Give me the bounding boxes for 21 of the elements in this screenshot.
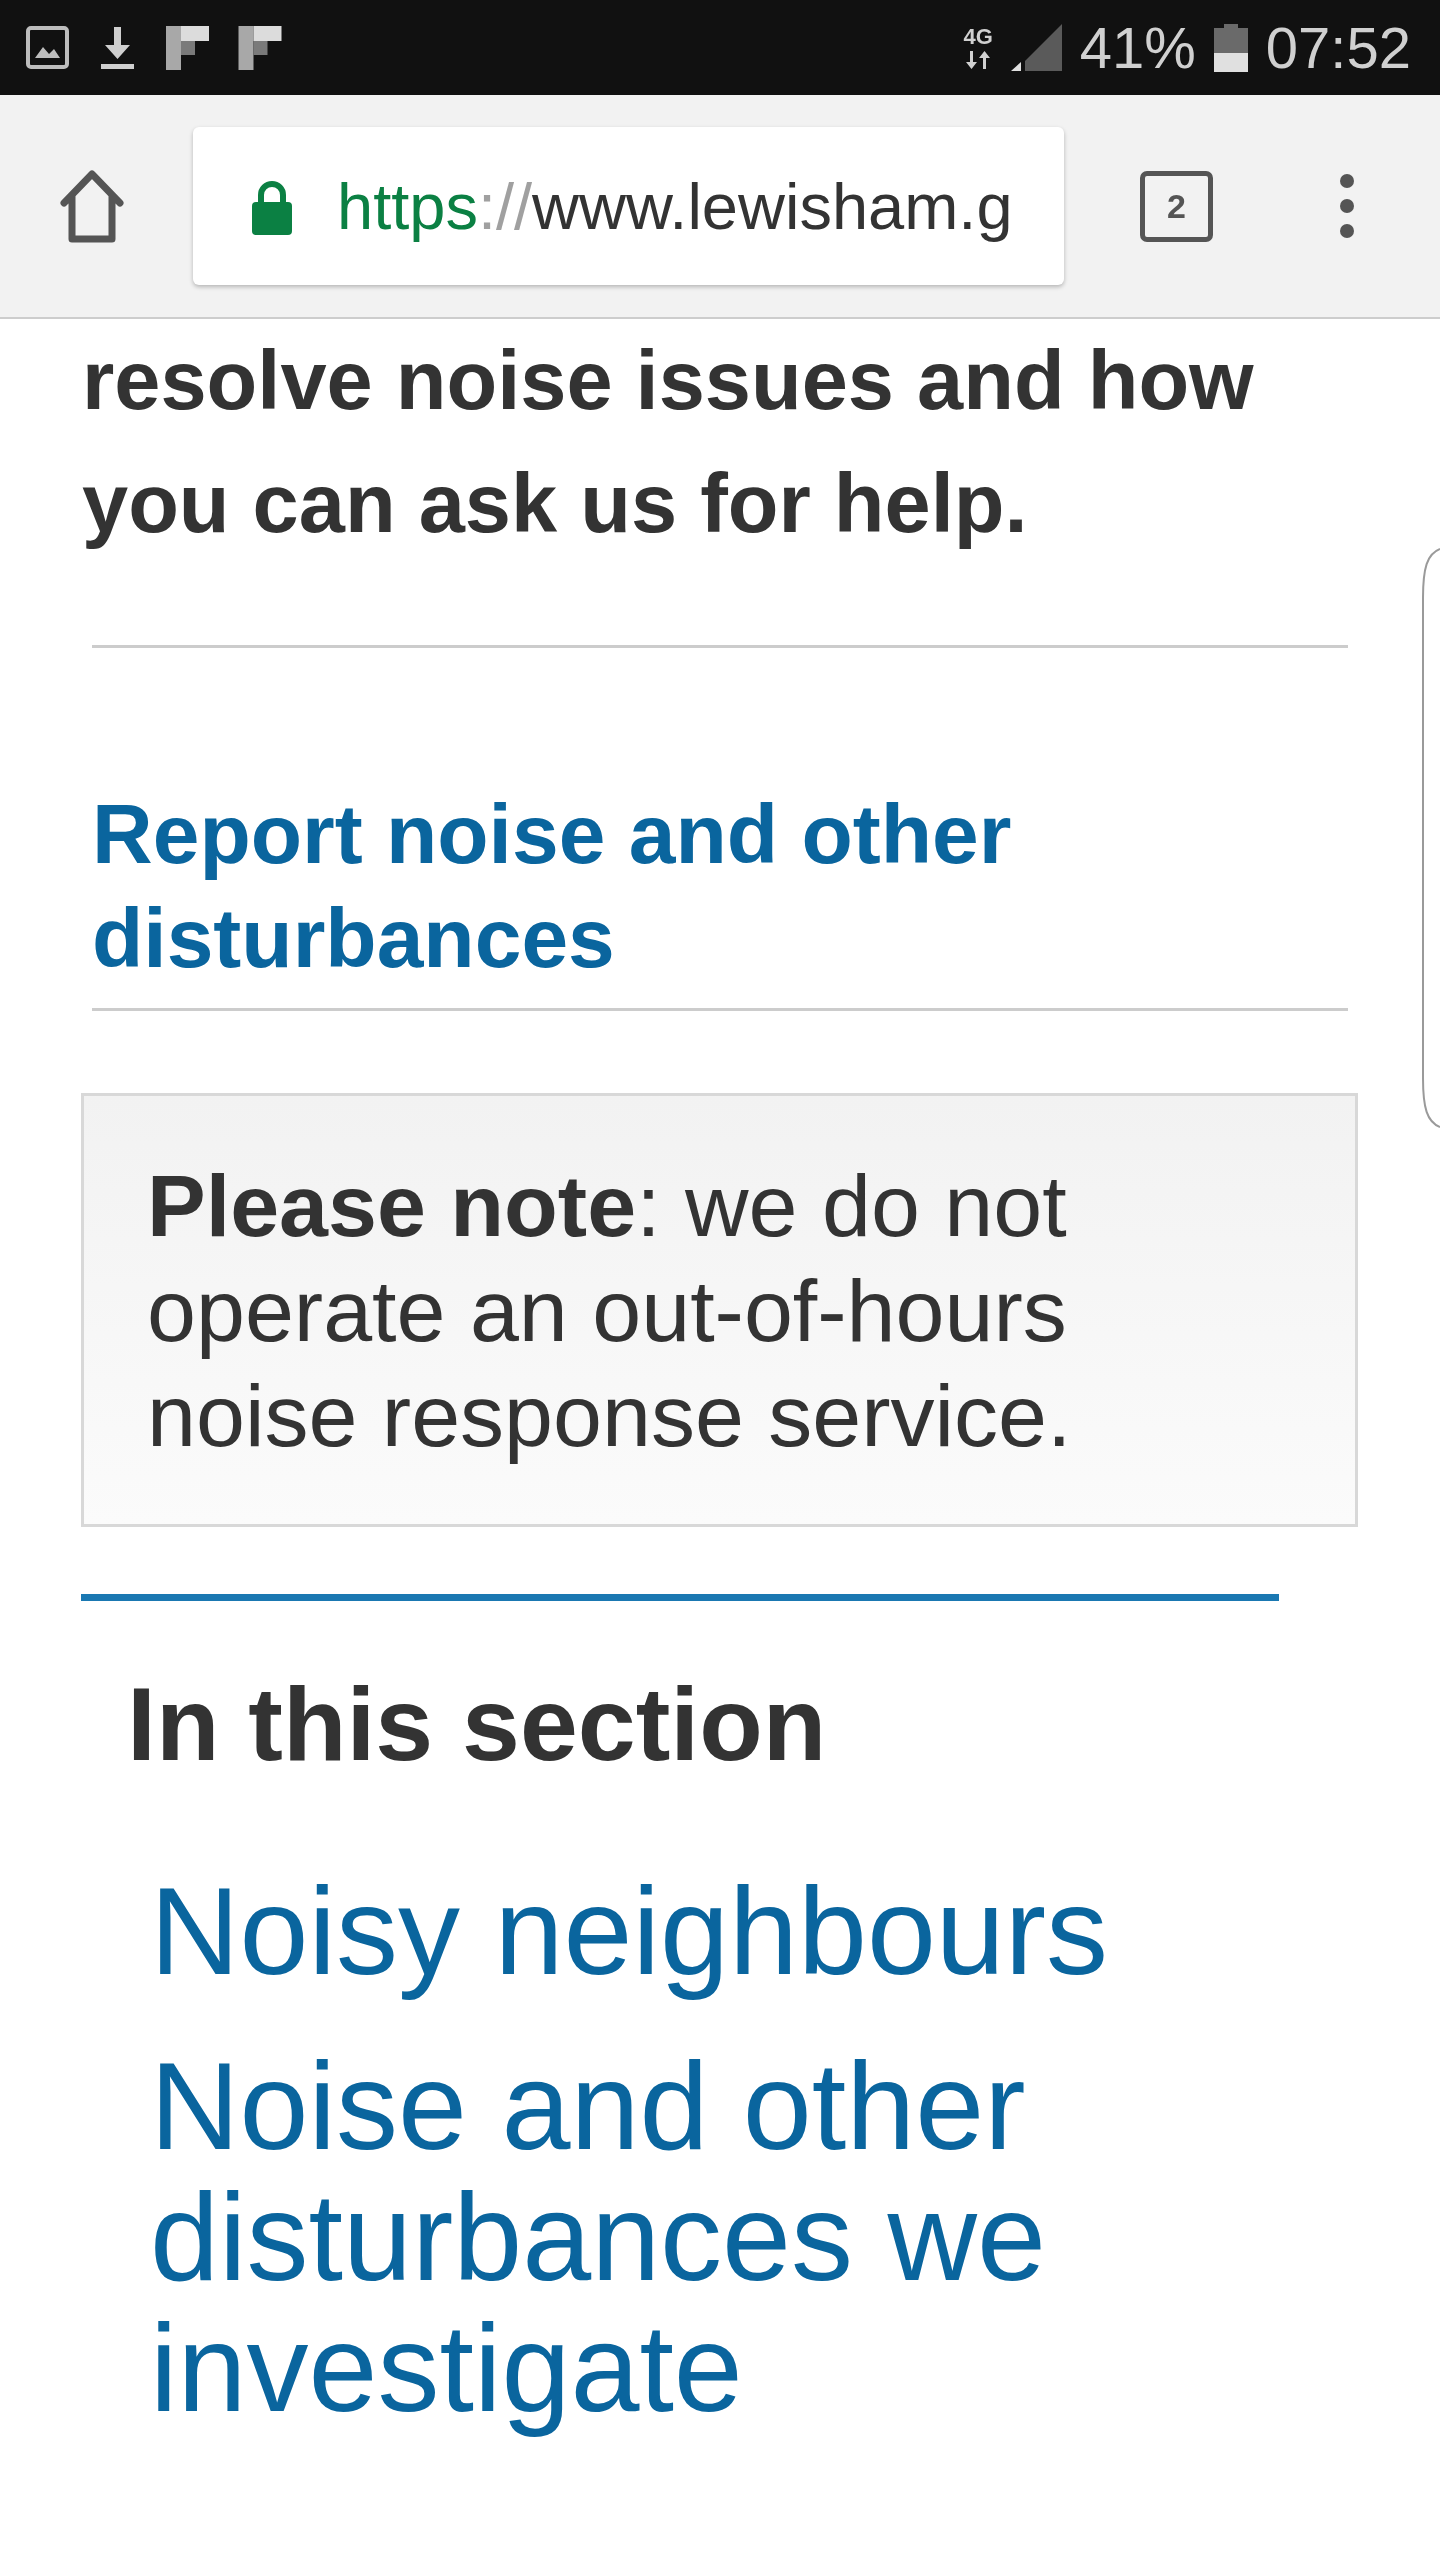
home-button[interactable] (60, 169, 124, 243)
vertical-dots-icon (1339, 174, 1355, 238)
tab-switcher-button[interactable]: 2 (1140, 170, 1213, 242)
signal-icon (1010, 24, 1062, 71)
clock-time: 07:52 (1265, 18, 1411, 77)
download-icon (98, 26, 137, 69)
battery-percent: 41% (1079, 18, 1196, 77)
battery-icon (1213, 23, 1248, 72)
stacked-squares-icon (238, 25, 282, 70)
stacked-squares-icon (166, 25, 209, 70)
data-arrows-icon (965, 51, 992, 69)
section-heading: In this section (127, 1665, 827, 1784)
intro-text: resolve noise issues and how you can ask us for help. (82, 333, 1255, 552)
edge-panel-handle[interactable] (1421, 548, 1440, 1128)
note-text: Please note: we do not operate an out-of-hours noise response service. (147, 1155, 1073, 1467)
image-icon (26, 26, 69, 69)
home-icon (60, 169, 124, 243)
address-bar[interactable]: https://www.lewisham.g (193, 127, 1064, 285)
report-noise-link[interactable]: Report noise and other disturbances (92, 782, 1042, 990)
network-type: 4G (963, 26, 993, 48)
menu-button[interactable] (1339, 174, 1355, 238)
